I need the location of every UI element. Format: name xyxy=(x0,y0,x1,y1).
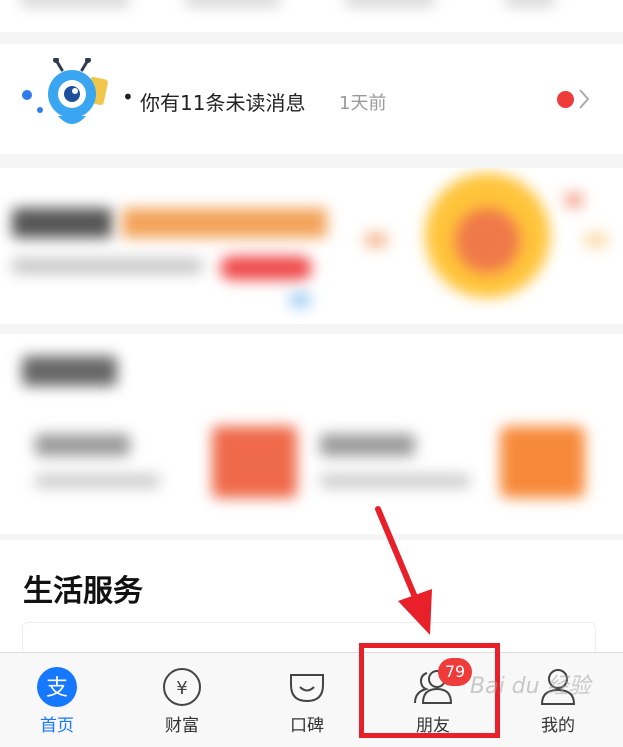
tab-home-label: 首页 xyxy=(40,716,74,736)
promo-banner[interactable] xyxy=(0,168,623,324)
ant-mascot-icon xyxy=(22,58,108,124)
svg-text:¥: ¥ xyxy=(176,678,187,699)
blurred-promo-section[interactable] xyxy=(0,334,623,534)
message-bullet: • xyxy=(122,85,134,109)
watermark-text: Bai du 经验 xyxy=(470,674,591,699)
svg-text:支: 支 xyxy=(46,676,68,701)
annotation-arrow-icon xyxy=(375,506,432,635)
tab-wealth[interactable]: ¥ 财富 xyxy=(132,653,232,747)
tab-wealth-label: 财富 xyxy=(165,716,199,736)
unread-dot-icon xyxy=(557,91,574,108)
unread-message-text: 你有11条未读消息 xyxy=(140,91,306,115)
tab-mine-label: 我的 xyxy=(541,716,575,736)
chevron-right-icon xyxy=(579,89,590,109)
tab-koubei-label: 口碑 xyxy=(290,716,324,736)
life-services-title: 生活服务 xyxy=(23,574,143,609)
tab-home[interactable]: 支 首页 xyxy=(7,653,107,747)
koubei-bag-icon xyxy=(290,674,324,703)
tab-koubei[interactable]: 口碑 xyxy=(257,653,357,747)
message-time: 1天前 xyxy=(339,93,387,114)
yen-circle-icon: ¥ xyxy=(163,668,201,706)
alipay-friend-icon: 支 xyxy=(37,667,77,707)
top-blurred-strip xyxy=(0,0,623,32)
